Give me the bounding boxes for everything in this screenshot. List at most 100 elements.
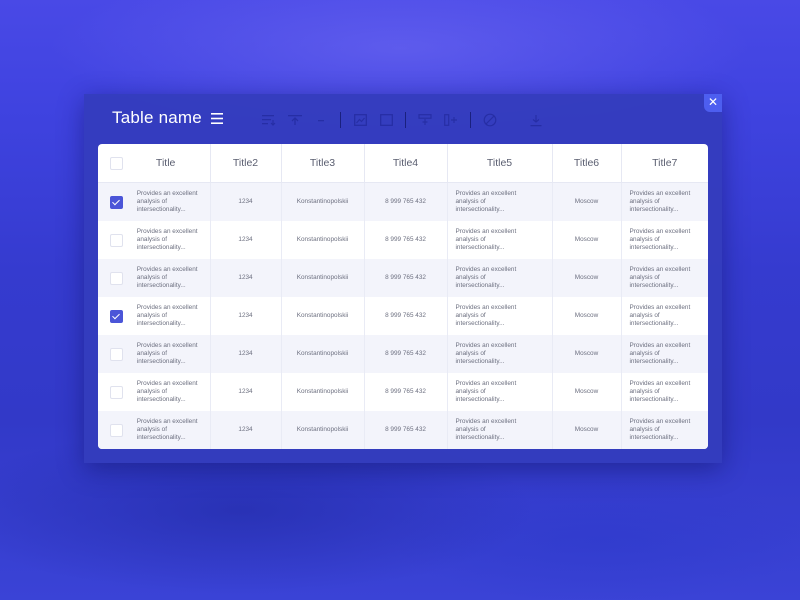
row-checkbox[interactable] [110, 309, 123, 323]
table-row[interactable]: Provides an excellent analysis of inters… [98, 373, 708, 411]
row-checkbox[interactable] [110, 195, 123, 209]
cell-text: Provides an excellent analysis of inters… [629, 418, 691, 441]
cell-text: Provides an excellent analysis of inters… [455, 228, 517, 251]
cell-title2: 1234 [210, 182, 282, 221]
cell-title3: Konstantinopolskii [281, 335, 365, 373]
table-row[interactable]: Provides an excellent analysis of inters… [98, 411, 708, 449]
hide-button[interactable] [477, 109, 503, 131]
cell-title5: Provides an excellent analysis of inters… [447, 259, 553, 297]
row-checkbox[interactable] [110, 233, 123, 247]
cell-text: Provides an excellent analysis of inters… [629, 228, 691, 251]
cell-title2: 1234 [210, 373, 282, 411]
cell-title: Provides an excellent analysis of inters… [98, 297, 211, 335]
collapse-button[interactable] [308, 109, 334, 131]
sort-icon [262, 115, 276, 126]
row-checkbox[interactable] [110, 271, 123, 285]
cell-title6: Moscow [552, 259, 622, 297]
insert-row-icon [288, 115, 302, 125]
cell-title4: 8 999 765 432 [364, 297, 448, 335]
table-row[interactable]: Provides an excellent analysis of inters… [98, 221, 708, 259]
cell-text: Provides an excellent analysis of inters… [455, 266, 517, 289]
cell-title6: Moscow [552, 373, 622, 411]
cell-title5: Provides an excellent analysis of inters… [447, 297, 553, 335]
column-header-label: Title [155, 156, 176, 169]
cell-title: Provides an excellent analysis of inters… [98, 411, 211, 449]
cell-title6: Moscow [552, 297, 622, 335]
cell-text: Provides an excellent analysis of inters… [136, 418, 198, 441]
cell-text: Provides an excellent analysis of inters… [629, 342, 691, 365]
table-row[interactable]: Provides an excellent analysis of inters… [98, 335, 708, 373]
cell-title5: Provides an excellent analysis of inters… [447, 411, 553, 449]
download-icon [530, 114, 542, 126]
cell-text: Provides an excellent analysis of inters… [629, 380, 691, 403]
data-table: Title Title2 Title3 Title4 Title5 Title6… [98, 144, 708, 449]
cell-title7: Provides an excellent analysis of inters… [621, 182, 708, 221]
table-body: Provides an excellent analysis of inters… [98, 182, 708, 449]
cell-title4: 8 999 765 432 [364, 221, 448, 259]
select-button[interactable] [373, 109, 399, 131]
cell-title6: Moscow [552, 182, 622, 221]
cell-text: Provides an excellent analysis of inters… [629, 190, 691, 213]
close-button[interactable]: ✕ [704, 94, 722, 112]
cell-title: Provides an excellent analysis of inters… [98, 221, 211, 259]
split-button[interactable] [412, 109, 438, 131]
cell-text: Provides an excellent analysis of inters… [629, 304, 691, 327]
cell-text: Provides an excellent analysis of inters… [455, 342, 517, 365]
header-title4[interactable]: Title4 [364, 144, 448, 183]
cell-text: Provides an excellent analysis of inters… [455, 190, 517, 213]
header-title7[interactable]: Title7 [621, 144, 708, 183]
row-checkbox[interactable] [110, 347, 123, 361]
row-checkbox[interactable] [110, 423, 123, 437]
row-checkbox[interactable] [110, 385, 123, 399]
toolbar-divider [470, 112, 471, 128]
cell-title5: Provides an excellent analysis of inters… [447, 182, 553, 221]
image-icon [353, 114, 367, 126]
image-button[interactable] [347, 109, 373, 131]
cell-title3: Konstantinopolskii [281, 259, 365, 297]
cell-title3: Konstantinopolskii [281, 411, 365, 449]
cell-text: Provides an excellent analysis of inters… [136, 266, 198, 289]
collapse-icon [318, 120, 324, 122]
cell-text: Provides an excellent analysis of inters… [136, 380, 198, 403]
download-button[interactable] [523, 109, 549, 131]
menu-icon[interactable] [210, 112, 223, 124]
table-header-row: Title Title2 Title3 Title4 Title5 Title6… [98, 144, 708, 183]
page-title: Table name [112, 108, 202, 127]
cell-title4: 8 999 765 432 [364, 182, 448, 221]
table-row[interactable]: Provides an excellent analysis of inters… [98, 297, 708, 335]
header-title2[interactable]: Title2 [210, 144, 282, 183]
cell-title5: Provides an excellent analysis of inters… [447, 221, 553, 259]
cell-text: Provides an excellent analysis of inters… [455, 418, 517, 441]
table-row[interactable]: Provides an excellent analysis of inters… [98, 259, 708, 297]
cell-text: Provides an excellent analysis of inters… [136, 342, 198, 365]
cell-title2: 1234 [210, 335, 282, 373]
toolbar [256, 109, 549, 131]
cell-title3: Konstantinopolskii [281, 182, 365, 221]
cell-title7: Provides an excellent analysis of inters… [621, 411, 708, 449]
cell-title3: Konstantinopolskii [281, 373, 365, 411]
cell-text: Provides an excellent analysis of inters… [136, 228, 198, 251]
select-icon [379, 114, 393, 126]
header-title6[interactable]: Title6 [552, 144, 622, 183]
cell-title4: 8 999 765 432 [364, 411, 448, 449]
header-title[interactable]: Title [98, 144, 211, 183]
header-title3[interactable]: Title3 [281, 144, 365, 183]
cell-title4: 8 999 765 432 [364, 373, 448, 411]
select-all-checkbox[interactable] [110, 156, 123, 170]
cell-title7: Provides an excellent analysis of inters… [621, 259, 708, 297]
add-column-icon [444, 114, 457, 126]
cell-title: Provides an excellent analysis of inters… [98, 182, 211, 221]
sort-button[interactable] [256, 109, 282, 131]
hide-icon [483, 113, 497, 127]
cell-title: Provides an excellent analysis of inters… [98, 335, 211, 373]
cell-text: Provides an excellent analysis of inters… [629, 266, 691, 289]
cell-text: Provides an excellent analysis of inters… [136, 190, 198, 213]
insert-row-button[interactable] [282, 109, 308, 131]
title-bar: Table name [112, 108, 223, 128]
add-column-button[interactable] [438, 109, 464, 131]
cell-title7: Provides an excellent analysis of inters… [621, 297, 708, 335]
table-row[interactable]: Provides an excellent analysis of inters… [98, 182, 708, 221]
cell-title: Provides an excellent analysis of inters… [98, 373, 211, 411]
cell-title6: Moscow [552, 411, 622, 449]
header-title5[interactable]: Title5 [447, 144, 553, 183]
